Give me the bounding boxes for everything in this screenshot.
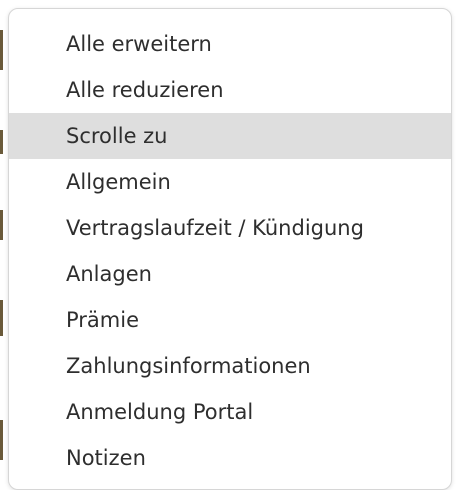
menu-item-attachments[interactable]: Anlagen [9,251,451,297]
window-edge-marker [0,420,3,460]
window-edge-marker [0,130,3,154]
menu-item-collapse-all[interactable]: Alle reduzieren [9,67,451,113]
window-edge-marker [0,30,3,70]
menu-item-scroll-to[interactable]: Scrolle zu [9,113,451,159]
menu-item-general[interactable]: Allgemein [9,159,451,205]
menu-item-expand-all[interactable]: Alle erweitern [9,21,451,67]
window-edge-marker [0,300,3,336]
menu-item-notes[interactable]: Notizen [9,435,451,481]
menu-item-contract-term[interactable]: Vertragslaufzeit / Kündigung [9,205,451,251]
window-edge-marker [0,210,3,240]
menu-item-payment-info[interactable]: Zahlungsinformationen [9,343,451,389]
context-menu: Alle erweitern Alle reduzieren Scrolle z… [8,8,452,490]
menu-item-portal-login[interactable]: Anmeldung Portal [9,389,451,435]
menu-item-premium[interactable]: Prämie [9,297,451,343]
